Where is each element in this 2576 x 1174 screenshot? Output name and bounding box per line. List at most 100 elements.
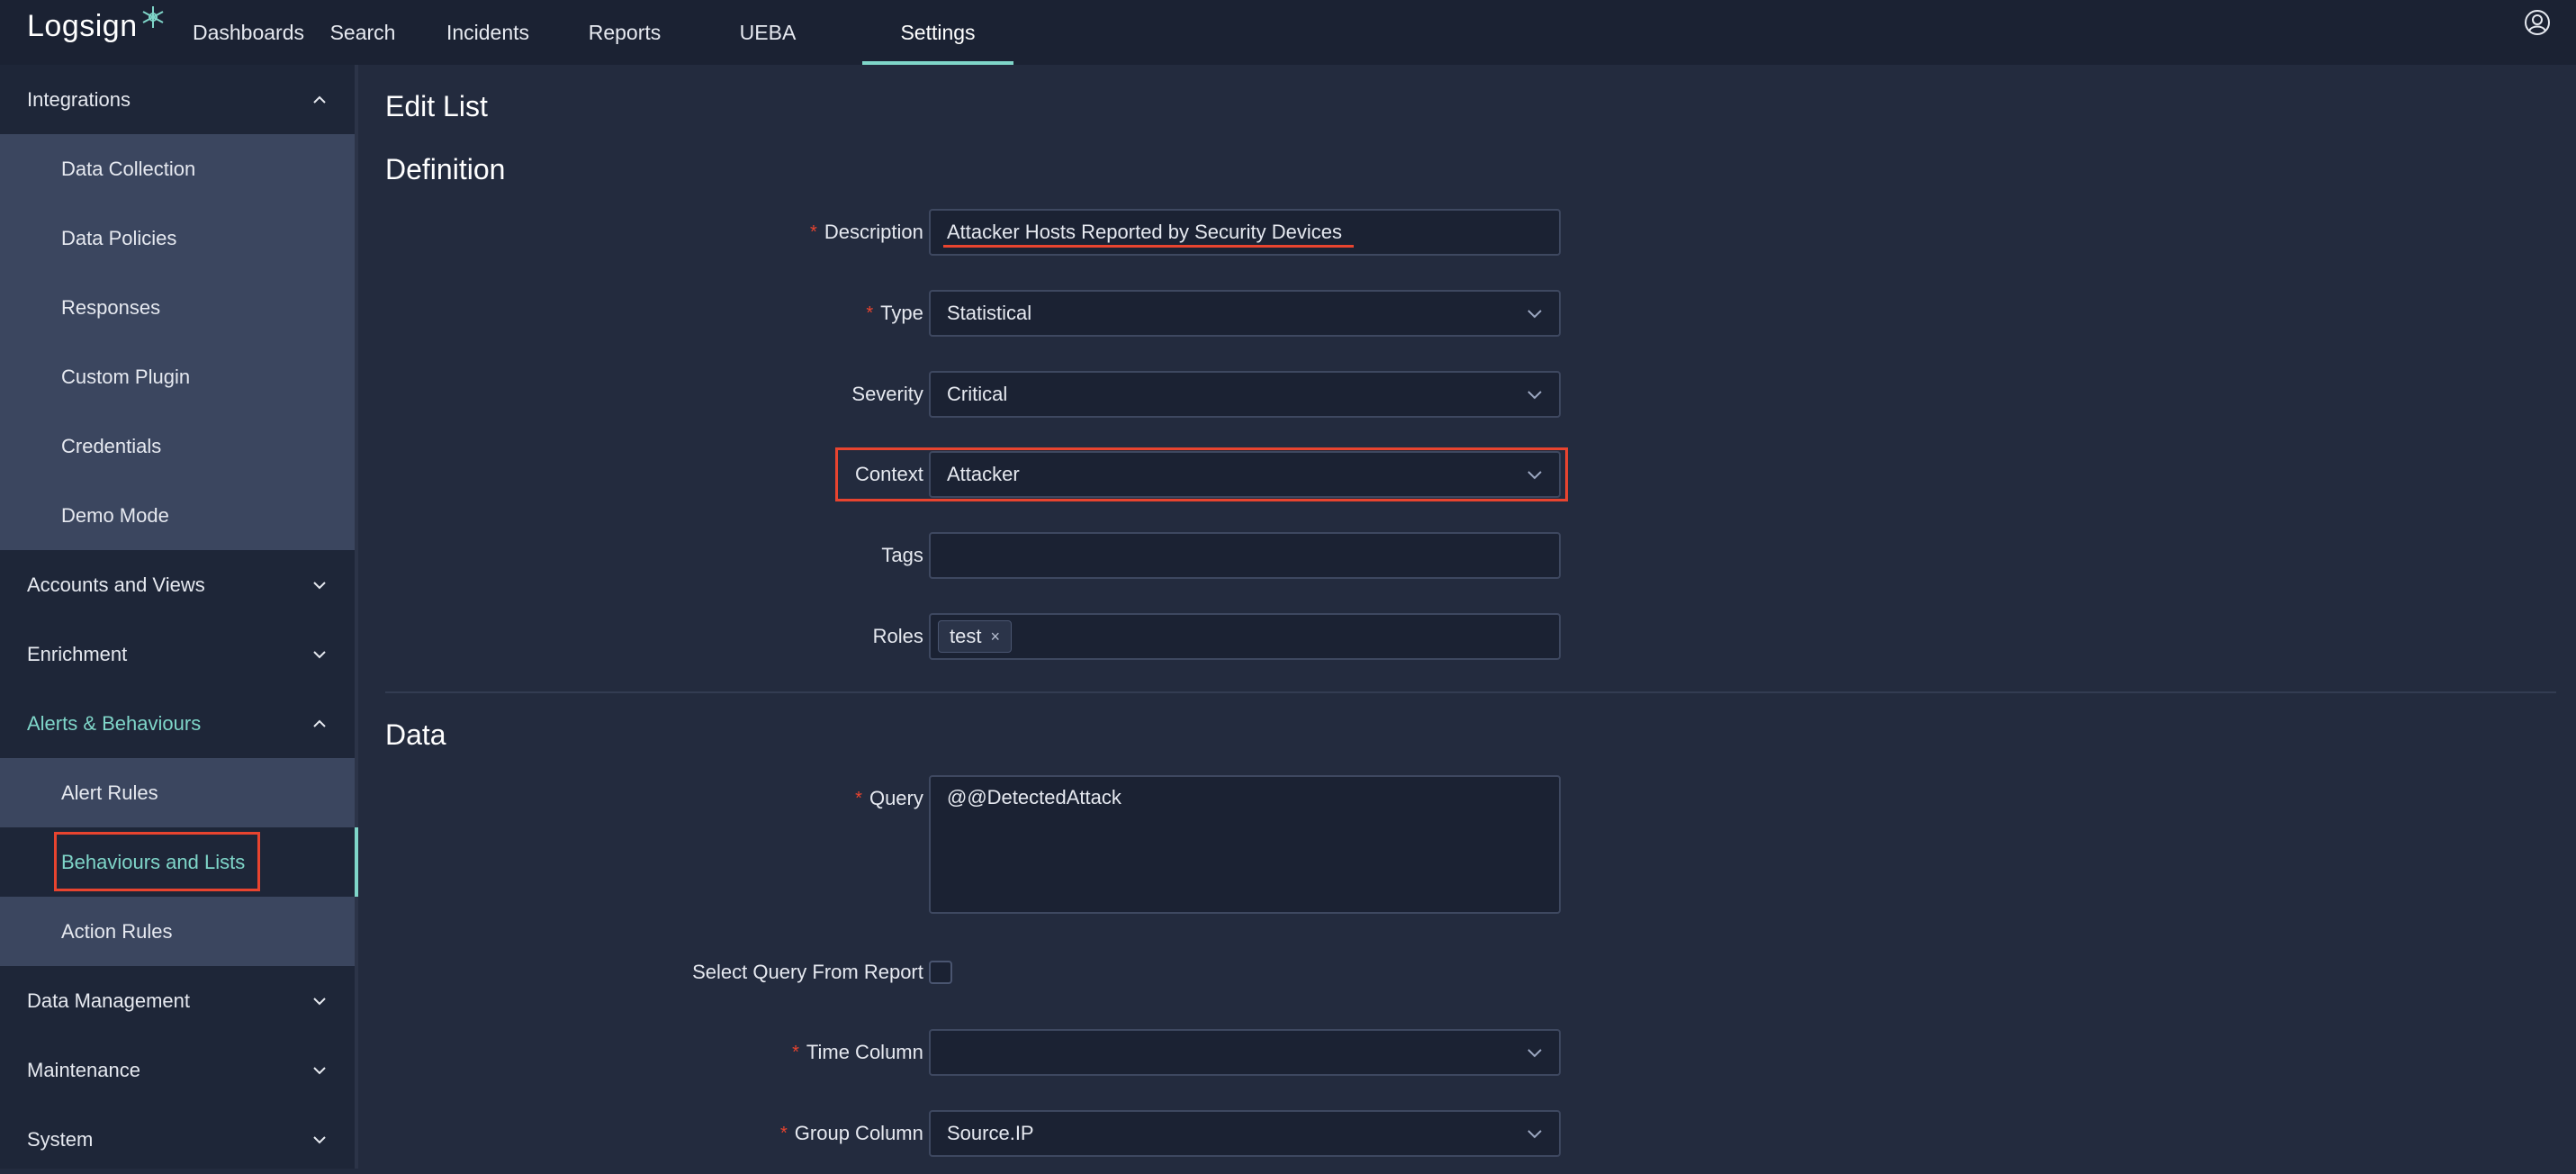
nav-settings[interactable]: Settings — [862, 0, 1013, 65]
sidebar-section-label: Data Management — [27, 989, 190, 1012]
required-mark: * — [855, 788, 862, 808]
logo-snowflake-icon — [142, 6, 164, 28]
description-label: Description — [824, 221, 923, 243]
integrations-submenu: Data Collection Data Policies Responses … — [0, 134, 355, 550]
description-input[interactable]: Attacker Hosts Reported by Security Devi… — [929, 209, 1561, 256]
sidebar-section-accounts-views[interactable]: Accounts and Views — [0, 550, 355, 619]
chevron-down-icon — [1527, 391, 1542, 400]
time-column-label: Time Column — [806, 1041, 923, 1063]
chevron-down-icon — [1527, 1049, 1542, 1058]
severity-value: Critical — [947, 383, 1008, 405]
type-row: * Type : Statistical — [385, 290, 1573, 337]
chevron-down-icon — [1527, 1130, 1542, 1139]
nav-ueba[interactable]: UEBA — [673, 0, 862, 65]
chevron-down-icon — [313, 1066, 326, 1074]
description-row: * Description : Attacker Hosts Reported … — [385, 209, 1573, 256]
sidebar-item-credentials[interactable]: Credentials — [0, 411, 355, 481]
group-column-row: * Group Column : Source.IP — [385, 1110, 1573, 1157]
roles-row: Roles : test × — [385, 613, 1573, 660]
select-query-checkbox[interactable] — [929, 961, 952, 984]
chevron-down-icon — [313, 1135, 326, 1143]
sidebar-section-data-management[interactable]: Data Management — [0, 966, 355, 1035]
role-tag-label: test — [950, 625, 982, 647]
chevron-up-icon — [313, 719, 326, 727]
chevron-up-icon — [313, 95, 326, 104]
top-bar: Logsign Dashboards Search Incidents Repo… — [0, 0, 2576, 65]
sidebar-item-action-rules[interactable]: Action Rules — [0, 897, 355, 966]
required-mark: * — [792, 1042, 799, 1062]
type-select[interactable]: Statistical — [929, 290, 1561, 337]
chevron-down-icon — [313, 581, 326, 589]
chevron-down-icon — [1527, 471, 1542, 480]
type-value: Statistical — [947, 302, 1032, 324]
description-value: Attacker Hosts Reported by Security Devi… — [947, 221, 1342, 243]
sidebar-section-label: System — [27, 1127, 94, 1151]
section-title-data: Data — [385, 718, 446, 751]
main-nav: Dashboards Search Incidents Reports UEBA… — [171, 0, 1013, 65]
sidebar-section-system[interactable]: System — [0, 1105, 355, 1174]
page-title: Edit List — [385, 90, 488, 122]
highlight-box — [54, 832, 260, 891]
nav-reports[interactable]: Reports — [576, 0, 673, 65]
time-column-select[interactable] — [929, 1029, 1561, 1076]
nav-incidents[interactable]: Incidents — [400, 0, 576, 65]
query-label: Query — [869, 787, 923, 809]
context-select[interactable]: Attacker — [929, 451, 1561, 498]
sidebar-section-maintenance[interactable]: Maintenance — [0, 1035, 355, 1105]
sidebar-section-label: Alerts & Behaviours — [27, 711, 202, 735]
roles-label: Roles — [872, 625, 923, 647]
query-textarea[interactable]: @@DetectedAttack — [929, 775, 1561, 914]
severity-select[interactable]: Critical — [929, 371, 1561, 418]
highlight-underline — [943, 245, 1354, 248]
sidebar-section-enrichment[interactable]: Enrichment — [0, 619, 355, 689]
required-mark: * — [866, 303, 874, 323]
select-query-row: Select Query From Report : — [385, 949, 1573, 996]
sidebar-section-label: Integrations — [27, 87, 131, 111]
required-mark: * — [810, 221, 817, 242]
logo-text: Logsign — [27, 9, 138, 43]
severity-label: Severity — [851, 383, 923, 405]
role-tag: test × — [938, 620, 1012, 653]
sidebar-item-demo-mode[interactable]: Demo Mode — [0, 481, 355, 550]
context-value: Attacker — [947, 463, 1020, 485]
sidebar-section-label: Enrichment — [27, 642, 128, 665]
severity-row: Severity : Critical — [385, 371, 1573, 418]
roles-input[interactable]: test × — [929, 613, 1561, 660]
required-mark: * — [780, 1123, 788, 1143]
sidebar-item-custom-plugin[interactable]: Custom Plugin — [0, 342, 355, 411]
tags-label: Tags — [881, 544, 923, 566]
section-divider — [385, 691, 2556, 693]
group-column-label: Group Column — [794, 1122, 923, 1144]
sidebar-section-label: Maintenance — [27, 1058, 140, 1081]
sidebar-item-alert-rules[interactable]: Alert Rules — [0, 758, 355, 827]
nav-dashboards[interactable]: Dashboards — [171, 0, 326, 65]
group-column-select[interactable]: Source.IP — [929, 1110, 1561, 1157]
user-account-icon[interactable] — [2524, 9, 2551, 36]
context-label: Context — [855, 463, 923, 485]
sidebar-item-responses[interactable]: Responses — [0, 273, 355, 342]
tags-row: Tags : — [385, 532, 1573, 579]
sidebar-section-integrations[interactable]: Integrations — [0, 65, 355, 134]
sidebar-item-behaviours-and-lists[interactable]: Behaviours and Lists — [0, 827, 358, 897]
chevron-down-icon — [313, 997, 326, 1005]
group-column-value: Source.IP — [947, 1122, 1034, 1144]
logo[interactable]: Logsign — [27, 6, 167, 44]
time-column-row: * Time Column : — [385, 1029, 1573, 1076]
query-value: @@DetectedAttack — [947, 786, 1121, 808]
type-label: Type — [880, 302, 923, 324]
section-title-definition: Definition — [385, 153, 506, 185]
sidebar-item-data-policies[interactable]: Data Policies — [0, 203, 355, 273]
sidebar-item-data-collection[interactable]: Data Collection — [0, 134, 355, 203]
settings-sidebar: Integrations Data Collection Data Polici… — [0, 65, 358, 1169]
nav-search[interactable]: Search — [326, 0, 400, 65]
query-row: * Query : @@DetectedAttack — [385, 775, 1573, 914]
sidebar-section-alerts-behaviours[interactable]: Alerts & Behaviours — [0, 689, 355, 758]
sidebar-section-label: Accounts and Views — [27, 573, 205, 596]
select-query-label: Select Query From Report — [692, 961, 923, 983]
tags-input[interactable] — [929, 532, 1561, 579]
context-row: Context : Attacker — [385, 447, 1573, 501]
chevron-down-icon — [313, 650, 326, 658]
alerts-submenu: Alert Rules Behaviours and Lists Action … — [0, 758, 358, 966]
chevron-down-icon — [1527, 310, 1542, 319]
close-icon[interactable]: × — [990, 628, 1000, 646]
